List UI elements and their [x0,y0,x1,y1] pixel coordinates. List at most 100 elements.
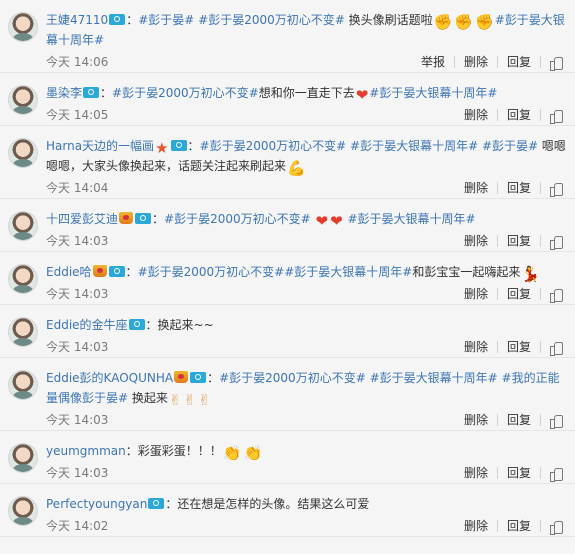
thumbs-up-icon[interactable] [550,109,563,124]
username-link[interactable]: 墨染李 [46,86,82,100]
username-link[interactable]: Harna天边的一幅画 [46,139,154,153]
reply-button[interactable]: 回复 [498,463,540,483]
comment-actions: 删除 回复 [455,284,567,304]
thumbs-up-icon[interactable] [550,414,563,429]
avatar[interactable] [8,496,38,526]
reply-button[interactable]: 回复 [498,284,540,304]
emoji-icon: ✊ [433,13,453,31]
comment-item: Eddie的金牛座 ：换起来~~ 今天 14:03 删除 回复 [0,305,575,358]
delete-button[interactable]: 删除 [455,178,497,198]
comment-item: 王婕47110 ：#彭于晏# #彭于晏2000万初心不变# 换头像刷话题啦✊ ✊ ✊#… [0,0,575,73]
avatar[interactable] [8,317,38,347]
verified-icon [148,498,165,509]
username-link[interactable]: Perfectyoungyan [46,497,147,511]
timestamp: 今天 14:04 [46,181,109,195]
username-link[interactable]: Eddie的金牛座 [46,318,128,332]
comment-body: 墨染李 ：#彭于晏2000万初心不变#想和你一直走下去❤#彭于晏大银幕十周年# 今天… [46,83,567,125]
avatar[interactable] [8,85,38,115]
vip-crown-icon [174,371,189,383]
delete-button[interactable]: 删除 [455,337,497,357]
comment-text: 十四爱彭艾迪 ：#彭于晏2000万初心不变# ❤ ❤ #彭于晏大银幕十周年# [46,209,567,229]
action-divider [540,341,541,353]
thumbs-up-icon[interactable] [550,520,563,535]
username-link[interactable]: 王婕47110 [46,13,108,27]
reply-button[interactable]: 回复 [498,337,540,357]
avatar[interactable] [8,138,38,168]
report-button[interactable]: 举报 [412,52,454,72]
delete-button[interactable]: 删除 [455,105,497,125]
comment-actions: 删除 回复 [455,231,567,251]
verified-icon [108,266,125,277]
comment-item: Eddie哈 ：#彭于晏2000万初心不变##彭于晏大银幕十周年#和彭宝宝一起嗨起… [0,252,575,305]
delete-button[interactable]: 删除 [455,410,497,430]
thumbs-up-icon[interactable] [550,341,563,356]
reply-button[interactable]: 回复 [498,516,540,536]
hashtag-link[interactable]: #彭于晏2000万初心不变# [198,13,345,27]
comment-item: Harna天边的一幅画★ ：#彭于晏2000万初心不变# #彭于晏大银幕十周年# … [0,126,575,199]
reply-button[interactable]: 回复 [498,105,540,125]
delete-button[interactable]: 删除 [455,231,497,251]
comment-item: 十四爱彭艾迪 ：#彭于晏2000万初心不变# ❤ ❤ #彭于晏大银幕十周年# 今天 1… [0,199,575,252]
username-link[interactable]: 十四爱彭艾迪 [46,212,118,226]
comment-meta: 今天 14:03 删除 回复 [46,231,567,251]
thumbs-up-icon[interactable] [550,235,563,250]
verified-icon [170,140,187,151]
comment-meta: 今天 14:06 举报 删除 回复 [46,52,567,72]
hashtag-link[interactable]: #彭于晏大银幕十周年# [348,212,476,226]
thumbs-up-icon[interactable] [550,288,563,303]
verified-icon [83,87,100,98]
comment-item: yeumgmman：彩蛋彩蛋！！！👏 👏 今天 14:03 删除 回复 [0,431,575,484]
reply-button[interactable]: 回复 [498,231,540,251]
emoji-icon: ❤ [355,86,369,104]
hashtag-link[interactable]: #彭于晏# [482,139,538,153]
hashtag-link[interactable]: #彭于晏大银幕十周年# [370,371,498,385]
action-divider [540,414,541,426]
emoji-icon: ✌ [168,391,182,409]
hashtag-link[interactable]: #彭于晏2000万初心不变##彭于晏大银幕十周年# [138,265,413,279]
username-link[interactable]: Eddie彭的KAOQUNHA [46,371,173,385]
comment-text-fragment: ： [126,13,139,27]
avatar[interactable] [8,264,38,294]
timestamp: 今天 14:03 [46,340,109,354]
verified-icon [135,213,152,224]
delete-button[interactable]: 删除 [455,516,497,536]
hashtag-link[interactable]: #彭于晏2000万初心不变# [164,212,311,226]
username-link[interactable]: Eddie哈 [46,265,92,279]
reply-button[interactable]: 回复 [498,178,540,198]
username-link[interactable]: yeumgmman [46,444,126,458]
thumbs-up-icon[interactable] [550,182,563,197]
delete-button[interactable]: 删除 [455,284,497,304]
thumbs-up-icon[interactable] [550,467,563,482]
avatar[interactable] [8,12,38,42]
reply-button[interactable]: 回复 [498,410,540,430]
hashtag-link[interactable]: #彭于晏# [138,13,194,27]
delete-button[interactable]: 删除 [455,52,497,72]
hashtag-link[interactable]: #彭于晏2000万初心不变# [200,139,347,153]
comment-body: yeumgmman：彩蛋彩蛋！！！👏 👏 今天 14:03 删除 回复 [46,441,567,483]
hashtag-link[interactable]: #彭于晏2000万初心不变# [219,371,366,385]
hashtag-link[interactable]: #彭于晏2000万初心不变# [112,86,259,100]
comment-text: 墨染李 ：#彭于晏2000万初心不变#想和你一直走下去❤#彭于晏大银幕十周年# [46,83,567,103]
comment-meta: 今天 14:03 删除 回复 [46,337,567,357]
comment-body: Perfectyoungyan ：还在想是怎样的头像。结果这么可爱 今天 14:02… [46,494,567,536]
avatar[interactable] [8,370,38,400]
delete-button[interactable]: 删除 [455,463,497,483]
comment-meta: 今天 14:03 删除 回复 [46,284,567,304]
hashtag-link[interactable]: #彭于晏大银幕十周年# [369,86,497,100]
comment-text-fragment: ： [207,371,220,385]
comment-text-fragment: ： [125,265,138,279]
action-divider [540,288,541,300]
reply-button[interactable]: 回复 [498,52,540,72]
hashtag-link[interactable]: #彭于晏大银幕十周年# [350,139,478,153]
emoji-icon: 💃 [521,265,541,283]
comment-text-fragment [311,212,315,226]
comment-actions: 删除 回复 [455,516,567,536]
timestamp: 今天 14:03 [46,466,109,480]
comment-body: Harna天边的一幅画★ ：#彭于晏2000万初心不变# #彭于晏大银幕十周年# … [46,136,567,198]
vip-crown-icon [119,212,134,224]
avatar[interactable] [8,211,38,241]
comment-text: yeumgmman：彩蛋彩蛋！！！👏 👏 [46,441,567,461]
thumbs-up-icon[interactable] [550,56,563,71]
timestamp: 今天 14:03 [46,413,109,427]
avatar[interactable] [8,443,38,473]
